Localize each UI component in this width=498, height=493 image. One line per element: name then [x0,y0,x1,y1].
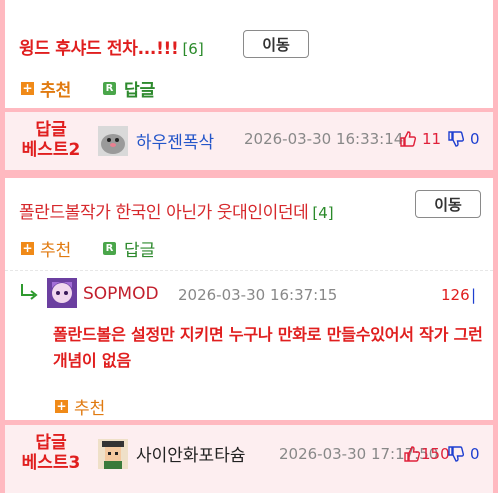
up-count: 150 [421,445,450,463]
best-label-line1: 답글 [35,120,67,140]
nickname-link[interactable]: SOPMOD [83,284,159,304]
up-count: 11 [422,130,442,148]
reply-arrow-icon [21,284,38,300]
post-title-row-2: 폴란드볼작가 한국인 아닌가 웃대인이던데 [4] [19,198,334,223]
recommend-label: 추천 [74,399,106,419]
comment-date: 2026-03-30 16:33:14 [244,130,404,148]
post-block-1: 윙드 후샤드 전차...!!! [6] 이동 + 추천 R 답글 [5,0,493,108]
best-label-line2: 베스트2 [21,140,81,160]
recommend-button[interactable]: + 추천 [21,76,71,101]
comment-text: 폴란드볼은 설정만 지키면 누구나 만화로 만들수있어서 작가 그런 개념이 없… [53,325,483,370]
post-title-row-1: 윙드 후샤드 전차...!!! [6] [19,34,204,59]
thumb-down-icon [448,131,465,147]
best-reply-row-2: 답글 베스트2 하우젠폭삭 2026-03-30 16:33:14 11 0 [5,112,493,170]
r-square-icon: R [103,242,116,255]
plus-square-icon: + [55,399,68,413]
move-button[interactable]: 이동 [415,190,481,218]
thumb-down-icon [448,446,465,462]
best-label-line1: 답글 [35,433,67,453]
reply-button[interactable]: R 답글 [103,76,155,101]
nickname-link[interactable]: 사이안화포타슘 [136,441,245,466]
best-label-3: 답글 베스트3 [5,433,97,473]
recommend-label: 추천 [40,81,72,101]
down-count: 0 [470,130,480,148]
avatar[interactable] [98,126,128,156]
thumb-up-button[interactable]: 150 [403,445,450,463]
recommend-label: 추천 [40,241,72,261]
reply-button[interactable]: R 답글 [103,236,155,261]
best-label-line2: 베스트3 [21,453,81,473]
r-square-icon: R [103,82,116,95]
best-reply-row-3: 답글 베스트3 사이안화포타슘 2026-03-30 17:17:50 150 [5,425,493,493]
avatar[interactable] [47,278,77,308]
avatar[interactable] [98,439,128,469]
down-count: 0 [470,445,480,463]
recommend-button[interactable]: + 추천 [21,236,71,261]
comment-date: 2026-03-30 16:37:15 [178,286,338,304]
thumb-up-icon [404,446,421,462]
thumb-down-button[interactable]: 0 [447,130,480,148]
plus-square-icon: + [21,241,34,255]
reply-count: [4] [312,204,334,222]
nickname-link[interactable]: 하우젠폭삭 [136,128,214,153]
post-title-link[interactable]: 폴란드볼작가 한국인 아닌가 웃대인이던데 [19,203,309,223]
thumb-down-button[interactable]: 0 [447,445,480,463]
reply-label: 답글 [124,241,156,261]
best-label-2: 답글 베스트2 [5,120,97,160]
thumb-up-icon [400,131,417,147]
comment-list: 윙드 후샤드 전차...!!! [6] 이동 + 추천 R 답글 답글 베스트2 … [5,0,493,493]
thumb-up-button[interactable]: 11 [399,130,441,148]
reply-count: [6] [182,40,204,58]
score-divider: | [471,286,477,304]
move-button[interactable]: 이동 [243,30,309,58]
post-title-link[interactable]: 윙드 후샤드 전차...!!! [19,39,179,59]
score: 126 [441,286,470,304]
recommend-button[interactable]: + 추천 [55,394,105,419]
reply-label: 답글 [124,81,156,101]
post-block-2: 폴란드볼작가 한국인 아닌가 웃대인이던데 [4] 이동 + 추천 R 답글 SO… [5,178,493,420]
divider [5,270,493,271]
plus-square-icon: + [21,81,34,95]
